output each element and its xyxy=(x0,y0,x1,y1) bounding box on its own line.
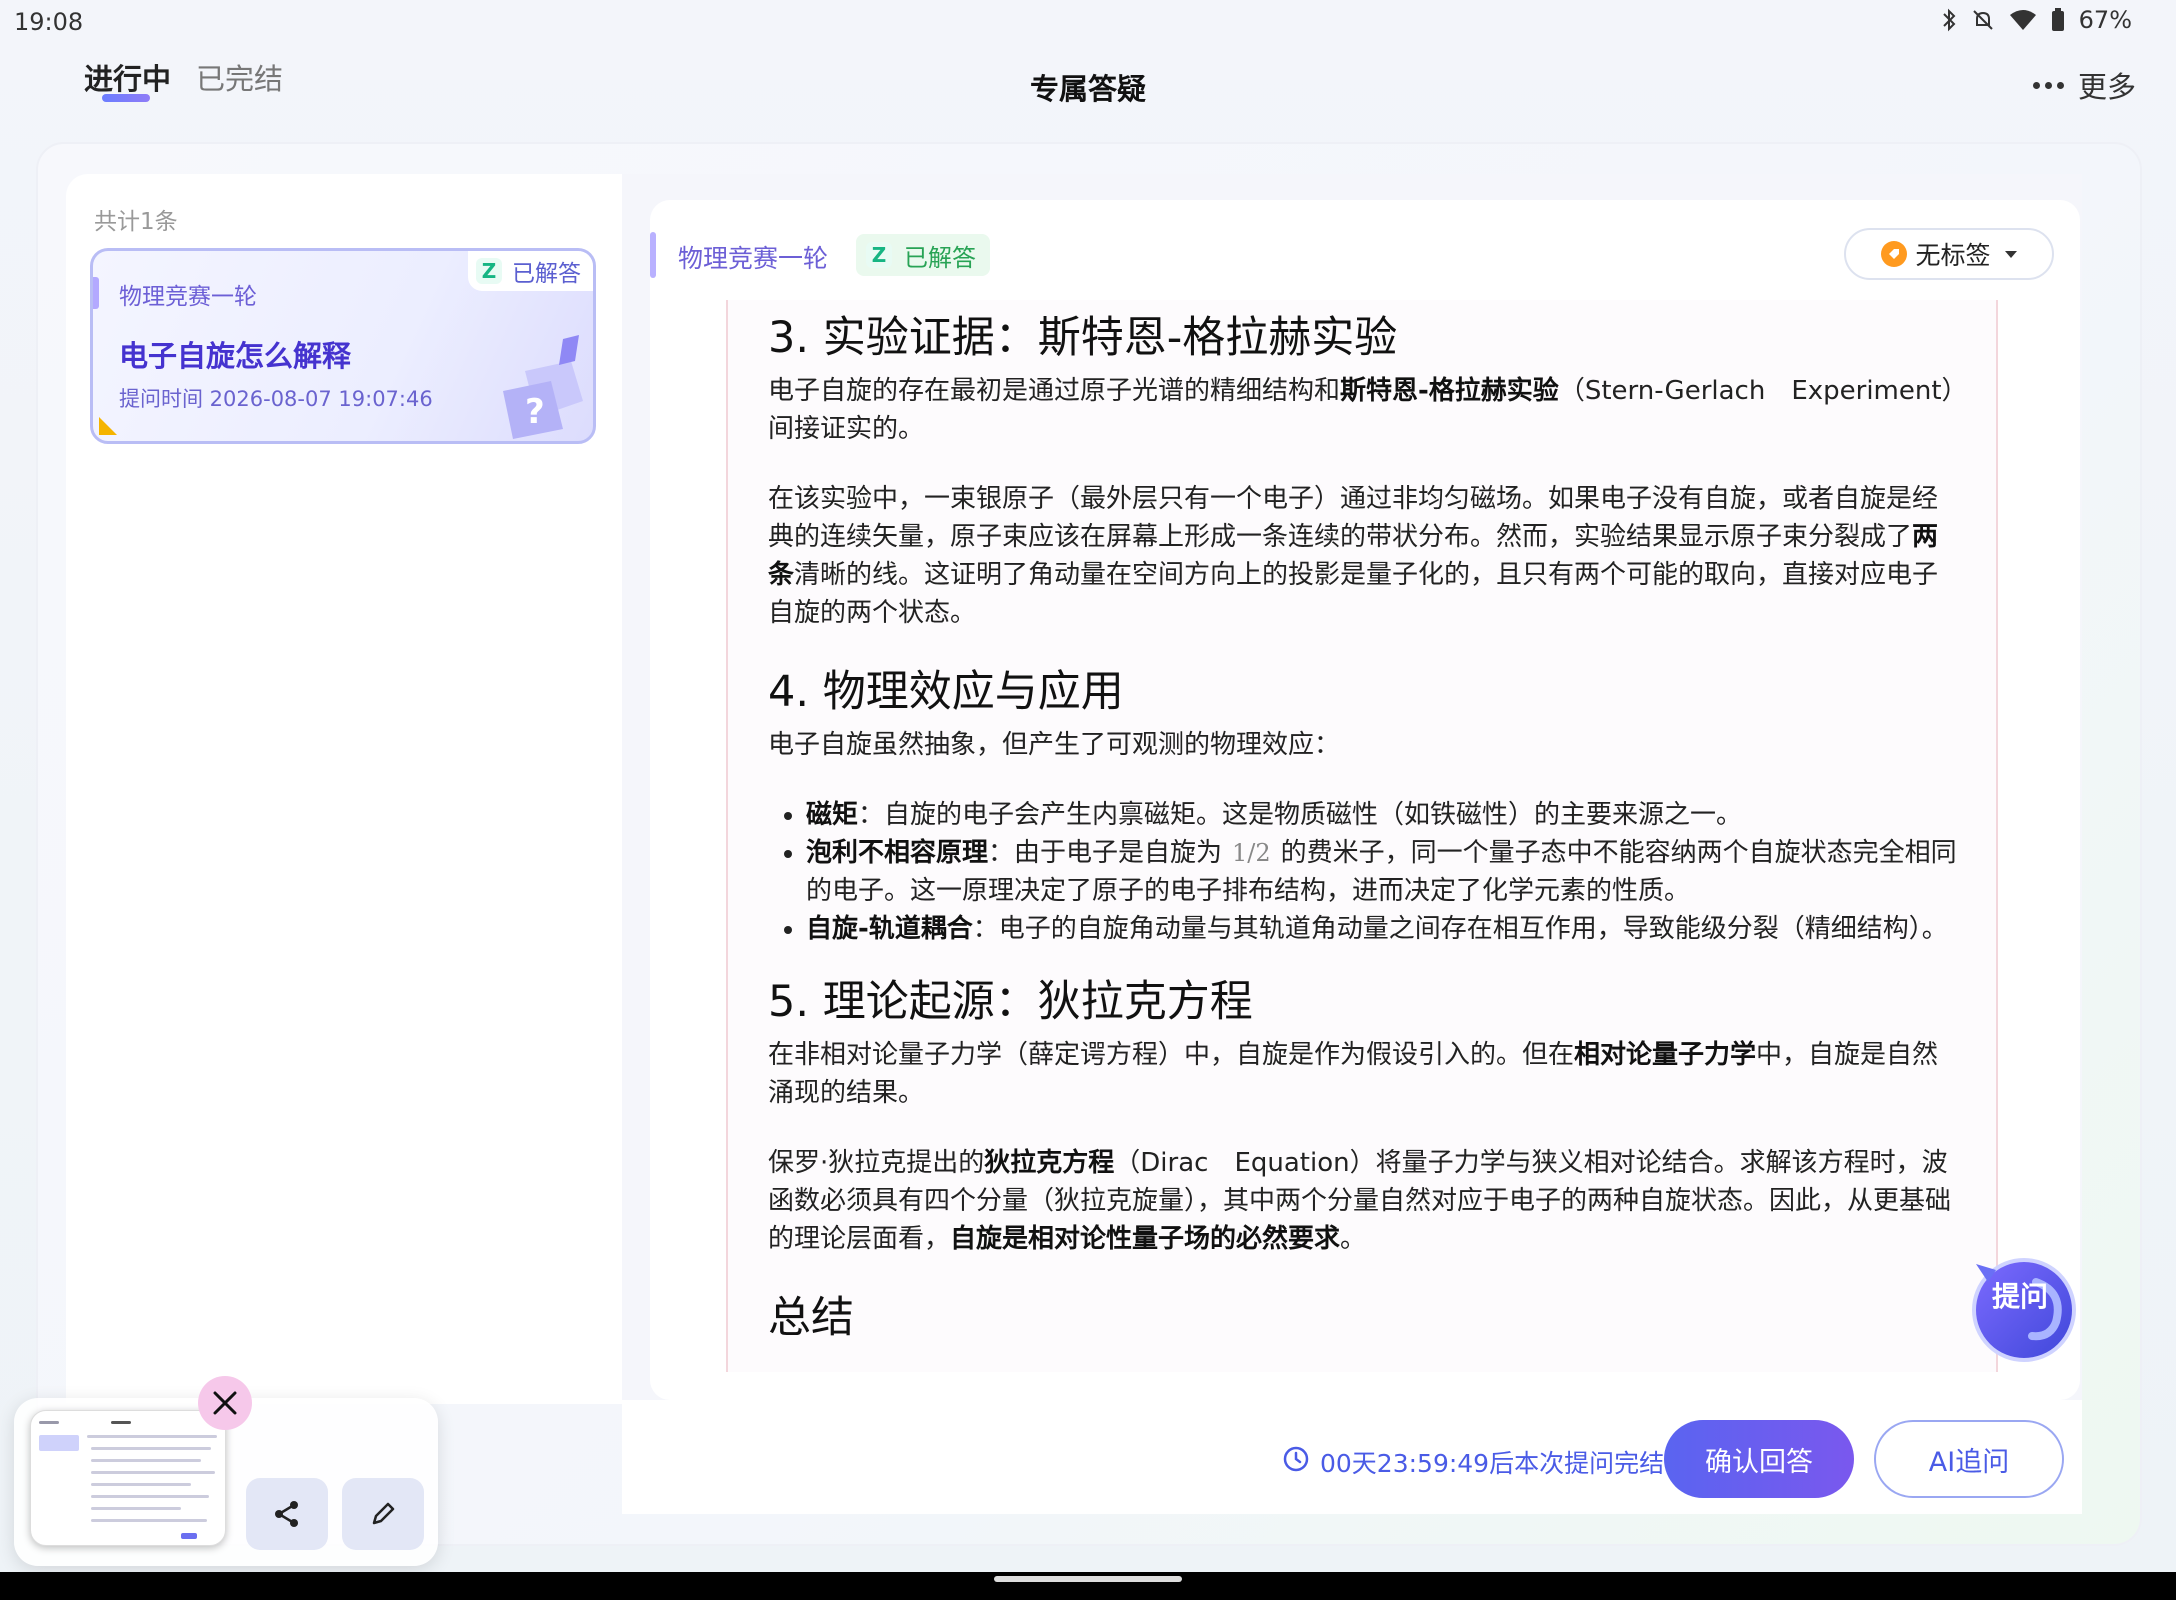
answerer-logo-icon: Z xyxy=(476,258,502,284)
tag-icon xyxy=(1881,241,1908,267)
paragraph: 电子自旋虽然抽象，但产生了可观测的物理效应： xyxy=(768,730,1341,760)
status-time: 19:08 xyxy=(14,8,84,36)
content-status-badge: Z 已解答 xyxy=(856,234,990,276)
confirm-answer-button[interactable]: 确认回答 xyxy=(1664,1420,1854,1498)
close-icon xyxy=(213,1391,237,1415)
svg-text:提问: 提问 xyxy=(1992,1280,2048,1313)
answer-content[interactable]: 3. 实验证据：斯特恩-格拉赫实验 电子自旋的存在最初是通过原子光谱的精细结构和… xyxy=(726,300,1998,1372)
section-heading: 3. 实验证据：斯特恩-格拉赫实验 xyxy=(768,313,1398,363)
battery-icon xyxy=(2051,8,2065,32)
question-card[interactable]: 物理竞赛一轮 Z 已解答 电子自旋怎么解释 提问时间 2026-08-07 19… xyxy=(90,248,596,444)
list-item: 磁矩：自旋的电子会产生内禀磁矩。这是物质磁性（如铁磁性）的主要来源之一。 xyxy=(806,796,1958,834)
countdown-text: 00天23:59:49后本次提问完结 xyxy=(1320,1449,1665,1478)
content-status-label: 已解答 xyxy=(904,243,976,272)
status-icons: 67% xyxy=(1941,6,2132,34)
card-status-label: 已解答 xyxy=(512,261,581,287)
paragraph: 在该实验中，一束银原子（最外层只有一个电子）通过非均匀磁场。如果电子没有自旋，或… xyxy=(768,484,1939,628)
card-status-badge: Z 已解答 xyxy=(468,251,593,291)
clock-icon xyxy=(1282,1445,1310,1479)
section-heading: 总结 xyxy=(768,1293,854,1343)
page-title: 专属答疑 xyxy=(1029,72,1146,106)
share-button[interactable] xyxy=(246,1478,328,1550)
section-heading: 4. 物理效应与应用 xyxy=(768,667,1124,717)
question-count: 共计1条 xyxy=(94,209,178,235)
home-gesture-handle[interactable] xyxy=(994,1576,1182,1582)
svg-text:?: ? xyxy=(525,392,545,432)
chevron-down-icon xyxy=(2004,250,2017,258)
paragraph: 在非相对论量子力学（薛定谔方程）中，自旋是作为假设引入的。但在相对论量子力学中，… xyxy=(768,1040,1939,1108)
status-bar: 19:08 67% xyxy=(0,0,2176,44)
ask-question-fab[interactable]: 提问 xyxy=(1966,1252,2078,1364)
content-category: 物理竞赛一轮 xyxy=(678,244,829,273)
more-dots-icon xyxy=(2032,81,2064,89)
more-label: 更多 xyxy=(2077,70,2136,104)
answerer-logo-icon: Z xyxy=(866,242,892,268)
math-fraction: 1/2 xyxy=(1232,839,1271,867)
list-item: 泡利不相容原理：由于电子是自旋为1/2的费米子，同一个量子态中不能容纳两个自旋状… xyxy=(806,834,1958,910)
paragraph: 电子自旋的存在最初是通过原子光谱的精细结构和斯特恩-格拉赫实验（Stern-Ge… xyxy=(768,376,1955,444)
card-title: 电子自旋怎么解释 xyxy=(119,339,352,373)
countdown-timer: 00天23:59:49后本次提问完结 xyxy=(1282,1444,1664,1480)
share-icon xyxy=(275,1501,298,1527)
ai-follow-up-button[interactable]: AI追问 xyxy=(1874,1420,2064,1498)
edit-button[interactable] xyxy=(342,1478,424,1550)
edit-icon xyxy=(372,1502,395,1525)
wifi-icon xyxy=(2009,9,2037,31)
tag-dropdown[interactable]: 无标签 xyxy=(1844,228,2054,280)
paragraph: 保罗·狄拉克提出的狄拉克方程（Dirac Equation）将量子力学与狭义相对… xyxy=(768,1148,1952,1254)
list-item: 自旋-轨道耦合：电子的自旋角动量与其轨道角动量之间存在相互作用，导致能级分裂（精… xyxy=(806,910,1958,948)
bluetooth-icon xyxy=(1941,8,1957,32)
section-heading: 5. 理论起源：狄拉克方程 xyxy=(768,977,1253,1027)
question-list-sidebar: 共计1条 物理竞赛一轮 Z 已解答 电子自旋怎么解释 提问时间 2026-08-… xyxy=(66,174,622,1404)
ask-bubble-icon: 提问 xyxy=(1972,1258,2076,1362)
card-category: 物理竞赛一轮 xyxy=(119,284,257,310)
close-preview-button[interactable] xyxy=(198,1376,252,1430)
screenshot-thumbnail[interactable] xyxy=(30,1410,226,1546)
question-illustration-icon: ? xyxy=(503,335,583,439)
content-accent-bar xyxy=(650,232,656,278)
tag-label: 无标签 xyxy=(1915,241,1991,270)
mute-icon xyxy=(1971,8,1995,32)
battery-level: 67% xyxy=(2078,6,2132,34)
card-time: 提问时间 2026-08-07 19:07:46 xyxy=(119,387,433,411)
more-button[interactable]: 更多 xyxy=(2032,64,2136,106)
card-corner-mark xyxy=(99,417,117,435)
effects-list: 磁矩：自旋的电子会产生内禀磁矩。这是物质磁性（如铁磁性）的主要来源之一。 泡利不… xyxy=(806,796,1958,948)
card-accent-bar xyxy=(93,277,99,309)
